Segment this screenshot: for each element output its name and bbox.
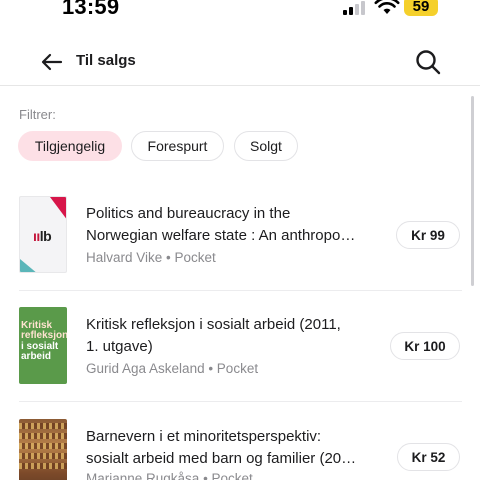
price-badge: Kr 99 xyxy=(396,221,460,249)
item-title: Kritisk refleksjon i sosialt arbeid (201… xyxy=(86,316,341,355)
filter-chip-solgt[interactable]: Solgt xyxy=(234,131,298,161)
price-badge: Kr 100 xyxy=(390,332,460,360)
scrollbar[interactable] xyxy=(471,96,474,286)
item-title: Politics and bureaucracy in the Norwegia… xyxy=(86,205,356,244)
search-button[interactable] xyxy=(412,46,444,78)
filters-label: Filtrer: xyxy=(19,107,56,122)
item-meta: Marianne Rugkåsa • Pocket xyxy=(86,471,253,480)
list-item[interactable]: ıılb Politics and bureaucracy in the Nor… xyxy=(0,196,464,290)
signal-icon xyxy=(343,1,365,15)
battery-indicator: 59 xyxy=(404,0,438,16)
list-item[interactable]: Barnevern i et minoritetsperspektiv: sos… xyxy=(0,419,464,480)
item-title: Barnevern i et minoritetsperspektiv: sos… xyxy=(86,428,357,467)
search-icon xyxy=(416,50,441,75)
back-button[interactable] xyxy=(38,48,66,76)
list-item[interactable]: Kritisk refleksjon i sosialt arbeid Krit… xyxy=(0,307,464,401)
filter-chip-forespurt[interactable]: Forespurt xyxy=(131,131,224,161)
publisher-logo: ıılb xyxy=(33,228,52,244)
page-title: Til salgs xyxy=(76,52,136,69)
wifi-icon xyxy=(374,0,400,14)
divider xyxy=(19,290,462,291)
divider xyxy=(19,401,462,402)
app-header: Til salgs xyxy=(0,38,480,86)
status-bar: 13:59 59 xyxy=(0,0,480,22)
status-time: 13:59 xyxy=(62,0,120,19)
filter-chip-tilgjengelig[interactable]: Tilgjengelig xyxy=(18,131,122,161)
arrow-left-icon xyxy=(41,53,63,71)
price-badge: Kr 52 xyxy=(397,443,460,471)
item-meta: Gurid Aga Askeland • Pocket xyxy=(86,361,259,376)
book-cover-image: Kritisk refleksjon i sosialt arbeid xyxy=(19,307,67,384)
book-cover-image: ıılb xyxy=(19,196,67,273)
item-meta: Halvard Vike • Pocket xyxy=(86,250,216,265)
book-cover-image xyxy=(19,419,67,480)
